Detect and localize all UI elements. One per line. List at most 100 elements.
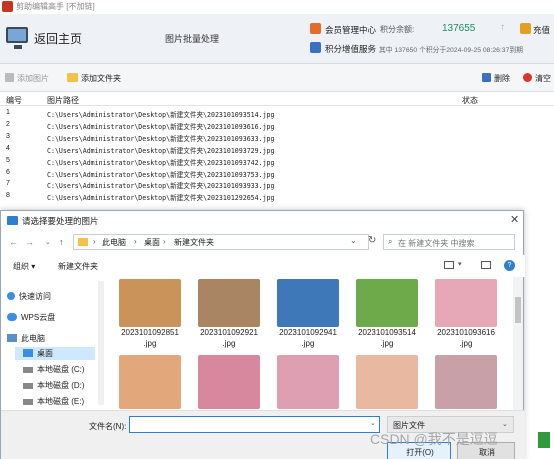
- filename-label: 文件名(N):: [89, 422, 127, 431]
- column-header-status[interactable]: 状态: [462, 95, 478, 106]
- table-row[interactable]: 8 C:\Users\Administrator\Desktop\新建文件夹\20…: [0, 190, 554, 202]
- recharge-icon: [520, 23, 531, 34]
- nav-item-disk-d[interactable]: 本地磁盘 (D:): [23, 380, 85, 391]
- breadcrumb-this-pc[interactable]: 此电脑: [102, 237, 126, 248]
- delete-button[interactable]: 删除: [494, 73, 510, 84]
- file-item[interactable]: [190, 353, 268, 409]
- table-row[interactable]: 6 C:\Users\Administrator\Desktop\新建文件夹\20…: [0, 167, 554, 179]
- preview-pane-icon[interactable]: [481, 261, 491, 269]
- toolbar: 添加图片 添加文件夹 删除 清空: [0, 64, 554, 92]
- image-thumbnail: [198, 279, 260, 327]
- recharge-button[interactable]: 充值: [533, 24, 550, 36]
- back-home-button[interactable]: 返回主页: [34, 30, 82, 47]
- table-header: 编号 图片路径 状态: [0, 92, 554, 106]
- new-folder-button[interactable]: 新建文件夹: [58, 261, 98, 272]
- file-item[interactable]: [348, 353, 426, 409]
- row-number: 7: [6, 180, 10, 188]
- dialog-icon: [7, 216, 18, 225]
- nav-item-disk-c[interactable]: 本地磁盘 (C:): [23, 364, 85, 375]
- add-folder-button[interactable]: 添加文件夹: [81, 73, 121, 84]
- file-item[interactable]: 2023101092941 .jpg: [269, 277, 347, 348]
- desktop-icon: [23, 349, 33, 357]
- folder-icon: [67, 73, 78, 82]
- close-icon[interactable]: ✕: [510, 213, 519, 226]
- organize-menu[interactable]: 组织 ▾: [13, 261, 35, 272]
- points-expiry-info: 其中 137650 个积分于2024-09-25 08:26:37到期: [379, 47, 523, 54]
- breadcrumb-desktop[interactable]: 桌面: [144, 237, 160, 248]
- breadcrumb-folder[interactable]: 新建文件夹: [174, 237, 214, 248]
- filename-input[interactable]: [129, 416, 380, 433]
- nav-item-desktop[interactable]: 桌面: [23, 348, 53, 359]
- side-decoration: [538, 432, 550, 448]
- table-row[interactable]: 1 C:\Users\Administrator\Desktop\新建文件夹\20…: [0, 107, 554, 119]
- table-row[interactable]: 7 C:\Users\Administrator\Desktop\新建文件夹\20…: [0, 178, 554, 190]
- nav-label: WPS云盘: [21, 313, 56, 322]
- address-bar[interactable]: › 此电脑 › 桌面 › 新建文件夹 ⌄: [73, 234, 369, 250]
- monitor-icon[interactable]: [6, 27, 28, 49]
- up-arrow-icon[interactable]: ↑: [59, 237, 64, 247]
- image-thumbnail: [198, 355, 260, 409]
- file-name: 2023101092921: [200, 328, 258, 337]
- nav-item-quick-access[interactable]: 快速访问: [7, 291, 51, 302]
- forward-arrow-icon[interactable]: →: [25, 237, 34, 247]
- row-path: C:\Users\Administrator\Desktop\新建文件夹\202…: [47, 170, 275, 179]
- refresh-icon[interactable]: ↻: [368, 235, 376, 246]
- points-value: 137655: [442, 23, 476, 34]
- nav-scrollbar[interactable]: [98, 281, 104, 405]
- nav-item-this-pc[interactable]: 此电脑: [7, 333, 45, 344]
- nav-item-wps-cloud[interactable]: WPS云盘: [7, 312, 55, 323]
- file-item[interactable]: 2023101092851 .jpg: [111, 277, 189, 348]
- file-item[interactable]: [111, 353, 189, 409]
- file-item[interactable]: 2023101093616 .jpg: [427, 277, 505, 348]
- search-input[interactable]: ⌕ 在 新建文件夹 中搜索: [383, 234, 515, 250]
- dialog-title: 请选择要处理的图片: [22, 216, 99, 226]
- file-item[interactable]: 2023101093514 .jpg: [348, 277, 426, 348]
- row-path: C:\Users\Administrator\Desktop\新建文件夹\202…: [47, 134, 275, 143]
- recent-dropdown-icon[interactable]: ⌄: [45, 238, 51, 246]
- clear-button[interactable]: 清空: [535, 73, 551, 84]
- chevron-down-icon[interactable]: ▾: [458, 260, 462, 268]
- table-row[interactable]: 5 C:\Users\Administrator\Desktop\新建文件夹\20…: [0, 155, 554, 167]
- chevron-right-icon[interactable]: ›: [134, 237, 137, 246]
- watermark: CSDN @我不是逗逗: [370, 431, 498, 447]
- arrow-up-icon: ↑: [500, 22, 505, 33]
- column-header-no[interactable]: 编号: [6, 95, 22, 106]
- vas-link[interactable]: 积分增值服务: [325, 43, 376, 55]
- app-header: 返回主页 图片批量处理 会员管理中心 积分余额: 137655 ↑ 充值 积分增…: [0, 14, 554, 64]
- table-row[interactable]: 4 C:\Users\Administrator\Desktop\新建文件夹\20…: [0, 143, 554, 155]
- table-row[interactable]: 3 C:\Users\Administrator\Desktop\新建文件夹\20…: [0, 131, 554, 143]
- image-thumbnail: [435, 355, 497, 409]
- vas-icon: [310, 42, 321, 53]
- nav-item-disk-e[interactable]: 本地磁盘 (E:): [23, 396, 84, 407]
- view-icon[interactable]: [444, 261, 454, 269]
- help-icon[interactable]: ?: [504, 260, 515, 271]
- file-item[interactable]: [427, 353, 505, 409]
- file-extension: .jpg: [459, 339, 473, 348]
- nav-label: 本地磁盘 (C:): [37, 365, 85, 374]
- file-item[interactable]: 2023101092921 .jpg: [190, 277, 268, 348]
- row-path: C:\Users\Administrator\Desktop\新建文件夹\202…: [47, 158, 275, 167]
- table-body: 1 C:\Users\Administrator\Desktop\新建文件夹\20…: [0, 107, 554, 212]
- image-thumbnail: [356, 279, 418, 327]
- scrollbar-thumb[interactable]: [515, 297, 521, 323]
- file-item[interactable]: [269, 353, 347, 409]
- chevron-down-icon[interactable]: ⌄: [350, 236, 357, 245]
- open-file-dialog: 请选择要处理的图片 ✕ ← → ⌄ ↑ › 此电脑 › 桌面 › 新建文件夹 ⌄…: [0, 210, 525, 459]
- back-arrow-icon[interactable]: ←: [9, 237, 18, 247]
- search-icon: ⌕: [388, 237, 393, 246]
- window-titlebar: 剪助编辑高手 [不加链]: [0, 0, 554, 14]
- image-thumbnail: [435, 279, 497, 327]
- points-label: 积分余额:: [380, 25, 415, 34]
- chevron-down-icon[interactable]: ⌄: [370, 419, 376, 427]
- chevron-right-icon[interactable]: ›: [93, 237, 96, 246]
- drive-icon: [23, 399, 33, 405]
- chevron-right-icon[interactable]: ›: [163, 237, 166, 246]
- row-path: C:\Users\Administrator\Desktop\新建文件夹\202…: [47, 111, 275, 119]
- table-row[interactable]: 2 C:\Users\Administrator\Desktop\新建文件夹\20…: [0, 119, 554, 131]
- add-images-button[interactable]: 添加图片: [17, 73, 49, 84]
- window-title: 剪助编辑高手 [不加链]: [16, 2, 95, 11]
- member-icon: [310, 23, 321, 34]
- row-number: 5: [6, 156, 10, 164]
- column-header-path[interactable]: 图片路径: [47, 95, 79, 106]
- member-center-link[interactable]: 会员管理中心: [325, 24, 376, 36]
